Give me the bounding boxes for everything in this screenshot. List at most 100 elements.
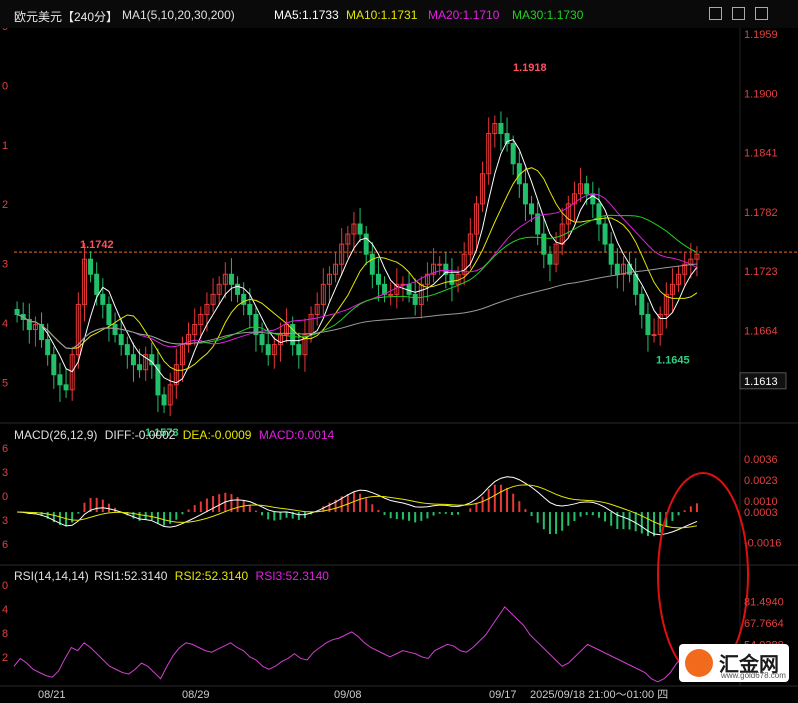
candle-body xyxy=(259,334,265,346)
candle-body xyxy=(265,344,271,356)
candle-body xyxy=(437,263,443,266)
macd-legend: MACD(26,12,9) DIFF:-0.0002 DEA:-0.0009 M… xyxy=(14,428,334,442)
close-icon[interactable] xyxy=(755,7,768,20)
watermark-logo: 汇金网 www.gold678.com xyxy=(679,644,789,682)
ma5-line xyxy=(16,138,698,384)
candle-body xyxy=(100,293,106,305)
date-tick-label: 09/17 xyxy=(489,689,517,701)
left-tick-fragment: 0 xyxy=(2,491,8,503)
macd-value: MACD:0.0014 xyxy=(258,428,335,442)
candle-body xyxy=(130,354,136,366)
left-tick-fragment: 3 xyxy=(2,467,8,479)
candle-body xyxy=(363,233,369,255)
left-tick-fragment: 4 xyxy=(2,318,8,330)
ma20-line xyxy=(16,193,698,350)
rsi-params: RSI(14,14,14) xyxy=(14,569,89,583)
left-tick-fragment: 0 xyxy=(2,80,8,92)
candle-body xyxy=(639,293,645,315)
left-tick-fragment: 2 xyxy=(2,652,8,664)
candle-body xyxy=(608,243,614,265)
left-tick-fragment: 6 xyxy=(2,539,8,551)
left-tick-fragment: 1 xyxy=(2,140,8,152)
left-tick-fragment: 5 xyxy=(2,377,8,389)
maximize-icon[interactable] xyxy=(732,7,745,20)
date-tick-label: 08/29 xyxy=(182,689,210,701)
left-tick-fragment: 3 xyxy=(2,259,8,271)
candle-body xyxy=(498,122,504,135)
candle-body xyxy=(645,313,651,336)
rsi3-value: RSI3:52.3140 xyxy=(255,569,329,583)
candle-body xyxy=(541,233,547,255)
candle-body xyxy=(449,273,455,285)
candle-body xyxy=(124,344,130,356)
price-annotation: 1.1918 xyxy=(513,62,547,74)
chart-canvas[interactable]: 1.1959 1.1900 1.1841 1.1782 1.1723 1.1664 1.16… xyxy=(0,0,798,703)
crosshair-icon[interactable] xyxy=(709,7,722,20)
price-tick-label: 1.1723 xyxy=(744,266,778,278)
candle-body xyxy=(88,258,94,275)
left-tick-fragment: 0 xyxy=(2,580,8,592)
date-tick-label: 2025/09/18 21:00～01:00 四 xyxy=(530,689,668,701)
price-tick-label: 1.1782 xyxy=(744,207,778,219)
instrument-title[interactable]: 欧元美元【240分】 xyxy=(14,8,118,25)
macd-tick-label: 0.0003 xyxy=(744,507,778,519)
macd-tick-label: 0.0010 xyxy=(744,496,778,508)
rsi2-value: RSI2:52.3140 xyxy=(174,569,249,583)
candle-body xyxy=(296,344,302,356)
candle-body xyxy=(57,374,63,386)
candle-body xyxy=(602,223,608,245)
candle-body xyxy=(94,273,100,295)
candle-body xyxy=(137,364,143,371)
macd-params: MACD(26,12,9) xyxy=(14,428,98,442)
logo-url: www.gold678.com xyxy=(721,671,786,680)
left-tick-fragment: 3 xyxy=(2,515,8,527)
candle-body xyxy=(45,339,51,356)
price-annotation: 1.1645 xyxy=(656,355,690,367)
ma10-value: MA10:1.1731 xyxy=(346,8,418,22)
candle-body xyxy=(522,183,528,205)
candle-body xyxy=(547,253,553,265)
chart-window: 1.1959 1.1900 1.1841 1.1782 1.1723 1.1664 1.16… xyxy=(0,0,798,703)
candle-body xyxy=(510,143,516,165)
candle-body xyxy=(529,203,535,215)
candle-body xyxy=(112,324,118,336)
candle-body xyxy=(161,394,167,406)
price-annotation: 1.1742 xyxy=(80,239,114,251)
left-tick-fragment: 2 xyxy=(2,199,8,211)
price-tick-label: 1.1959 xyxy=(744,29,778,41)
ma5-value: MA5:1.1733 xyxy=(274,8,339,22)
candle-body xyxy=(584,183,590,195)
price-tick-label: 1.1841 xyxy=(744,148,778,160)
macd-diff-line xyxy=(17,476,698,536)
window-controls xyxy=(709,7,768,20)
ma-settings-label[interactable]: MA1(5,10,20,30,200) xyxy=(122,8,235,22)
candle-body xyxy=(614,263,620,275)
left-tick-fragment: 6 xyxy=(2,443,8,455)
macd-dea: DEA:-0.0009 xyxy=(182,428,252,442)
rsi-legend: RSI(14,14,14) RSI1:52.3140 RSI2:52.3140 … xyxy=(14,569,329,583)
price-tick-label: 1.1664 xyxy=(744,326,778,338)
candle-body xyxy=(651,334,657,337)
candle-body xyxy=(14,308,20,315)
rsi-tick-label: 67.7664 xyxy=(744,618,784,630)
candle-body xyxy=(357,223,363,235)
macd-tick-label: -0.0016 xyxy=(744,538,781,550)
left-tick-fragment: 4 xyxy=(2,604,8,616)
current-price-label: 1.1613 xyxy=(744,376,778,388)
candle-body xyxy=(412,293,418,305)
chart-header: 欧元美元【240分】 MA1(5,10,20,30,200) MA5:1.173… xyxy=(0,0,798,28)
rsi-line xyxy=(13,606,709,683)
candle-body xyxy=(406,283,412,295)
candle-body xyxy=(247,303,253,315)
rsi1-value: RSI1:52.3140 xyxy=(94,569,168,583)
candle-body xyxy=(63,384,69,391)
ma20-value: MA20:1.1710 xyxy=(428,8,500,22)
candle-body xyxy=(375,273,381,285)
left-tick-fragment: 8 xyxy=(2,628,8,640)
candle-body xyxy=(51,354,57,376)
ma30-value: MA30:1.1730 xyxy=(512,8,584,22)
rsi-tick-label: 81.4940 xyxy=(744,596,784,608)
candle-body xyxy=(369,253,375,275)
macd-tick-label: 0.0036 xyxy=(744,454,778,466)
logo-icon xyxy=(685,649,713,677)
